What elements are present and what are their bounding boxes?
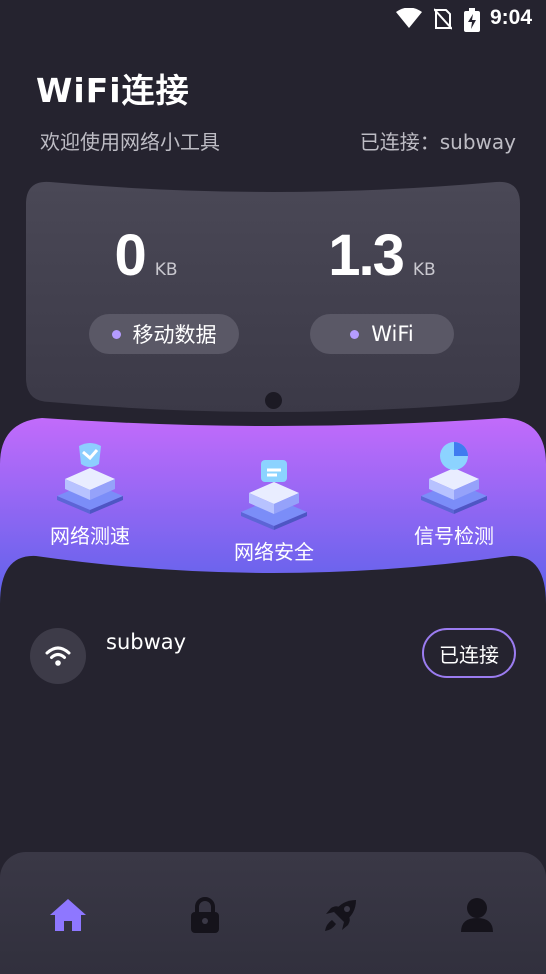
welcome-text: 欢迎使用网络小工具: [40, 130, 220, 154]
connected-network-label: 已连接：subway: [359, 130, 516, 154]
tool-signal-detect-label: 信号检测: [414, 524, 494, 548]
wifi-signal-icon: [396, 8, 422, 28]
wifi-item-icon: [30, 628, 86, 684]
wifi-ssid: subway: [106, 630, 187, 654]
card-background: [26, 181, 520, 412]
nav-profile[interactable]: [452, 890, 502, 940]
tool-speed-test-label: 网络测速: [50, 524, 130, 548]
user-icon: [461, 898, 493, 932]
mobile-data-label: 移动数据: [132, 323, 217, 347]
tool-network-security[interactable]: 网络安全: [204, 454, 344, 565]
data-usage-card: 0 KB 1.3 KB 移动数据 WiFi: [26, 178, 520, 418]
wifi-data-stat: 1.3 KB: [282, 222, 482, 289]
tool-signal-detect[interactable]: 信号检测: [384, 438, 524, 549]
wifi-data-dot: [350, 329, 360, 339]
wifi-icon: [45, 646, 71, 666]
list-item[interactable]: subway 已连接: [30, 626, 516, 686]
tool-speed-test[interactable]: 网络测速: [20, 438, 160, 549]
page-indicator: [265, 392, 282, 409]
wifi-data-tag[interactable]: WiFi: [310, 314, 454, 354]
rocket-icon: [325, 900, 356, 931]
mobile-data-value: 0: [114, 223, 146, 288]
clock: 9:04: [489, 6, 532, 29]
tool-network-security-label: 网络安全: [234, 540, 314, 564]
connected-button[interactable]: 已连接: [422, 628, 516, 678]
signal-detect-icon: [421, 442, 487, 514]
mobile-data-unit: KB: [154, 260, 178, 280]
battery-charging-icon: [464, 8, 480, 32]
bottom-navigation: [0, 852, 546, 974]
no-sim-icon: [434, 8, 452, 30]
nav-home[interactable]: [43, 890, 93, 940]
mobile-data-tag[interactable]: 移动数据: [89, 314, 239, 354]
mobile-data-dot: [111, 329, 121, 339]
nav-security[interactable]: [180, 890, 230, 940]
wifi-data-label: WiFi: [371, 322, 414, 346]
mobile-data-stat: 0 KB: [46, 222, 246, 289]
wifi-data-unit: KB: [412, 260, 436, 280]
status-bar: 9:04: [0, 0, 546, 36]
nav-boost[interactable]: [316, 890, 366, 940]
home-icon: [50, 899, 86, 931]
tools-banner: 网络测速 网络安全 信号检测: [0, 414, 546, 604]
network-security-icon: [241, 460, 307, 530]
speed-test-icon: [57, 443, 123, 514]
page-title: WiFi连接: [36, 71, 190, 110]
wifi-data-value: 1.3: [328, 223, 405, 288]
lock-icon: [191, 897, 219, 933]
